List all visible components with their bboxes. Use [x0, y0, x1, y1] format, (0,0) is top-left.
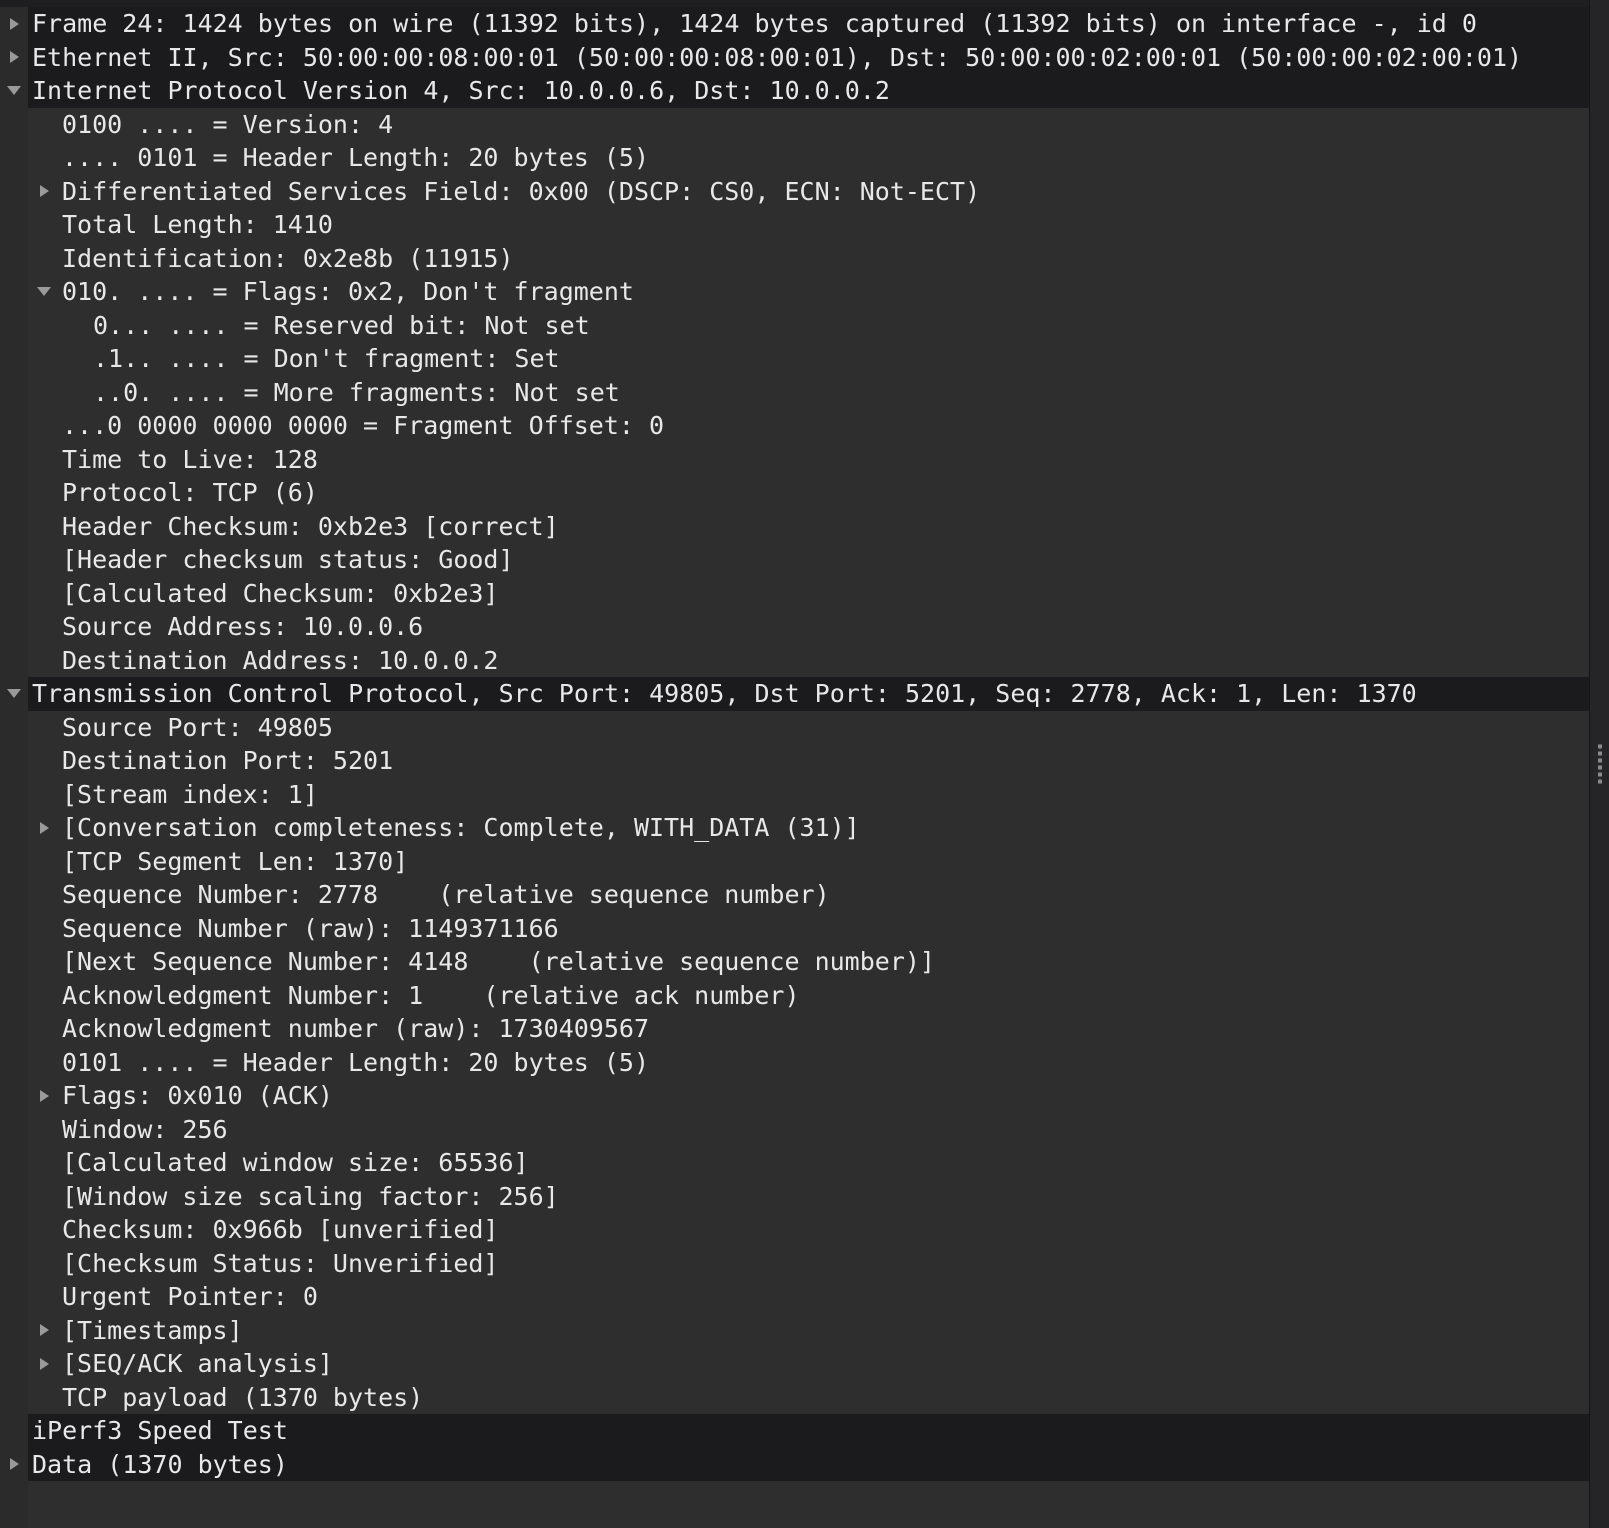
tree-item-label: [TCP Segment Len: 1370] — [62, 846, 409, 876]
tree-item-label: ...0 0000 0000 0000 = Fragment Offset: 0 — [62, 411, 665, 440]
tree-item-label: 010. .... = Flags: 0x2, Don't fragment — [62, 277, 634, 306]
tree-item-label: TCP payload (1370 bytes) — [62, 1382, 424, 1412]
tree-item-source-port[interactable]: Source Port: 49805 — [0, 711, 1589, 745]
tree-item-label: 0100 .... = Version: 4 — [62, 109, 394, 139]
tree-item-label: Protocol: TCP (6) — [62, 478, 318, 507]
tree-item-label: .1.. .... = Don't fragment: Set — [93, 344, 560, 373]
tree-item-tcp-checksum[interactable]: Checksum: 0x966b [unverified] — [0, 1213, 1589, 1247]
tree-item-label: 0101 .... = Header Length: 20 bytes (5) — [62, 1047, 649, 1077]
tree-item-label: [Calculated Checksum: 0xb2e3] — [62, 578, 499, 608]
tree-item-label: Acknowledgment Number: 1 (relative ack n… — [62, 980, 800, 1010]
tree-item-calculated-window-size[interactable]: [Calculated window size: 65536] — [0, 1146, 1589, 1180]
tree-item-tcp[interactable]: Transmission Control Protocol, Src Port:… — [0, 677, 1589, 711]
tree-item-tcp-flags[interactable]: Flags: 0x010 (ACK) — [0, 1079, 1589, 1113]
tree-item-tcp-segment-len[interactable]: [TCP Segment Len: 1370] — [0, 845, 1589, 879]
tree-item-protocol[interactable]: Protocol: TCP (6) — [0, 476, 1589, 510]
tree-item-label: Data (1370 bytes) — [32, 1449, 288, 1479]
tree-item-destination-address[interactable]: Destination Address: 10.0.0.2 — [0, 644, 1589, 678]
tree-item-ttl[interactable]: Time to Live: 128 — [0, 443, 1589, 477]
tree-item-label: Frame 24: 1424 bytes on wire (11392 bits… — [32, 9, 1477, 38]
tree-item-ip-flags[interactable]: 010. .... = Flags: 0x2, Don't fragment — [0, 275, 1589, 309]
tree-item-source-address[interactable]: Source Address: 10.0.0.6 — [0, 610, 1589, 644]
tree-item-ethernet[interactable]: Ethernet II, Src: 50:00:00:08:00:01 (50:… — [0, 40, 1589, 74]
tree-item-destination-port[interactable]: Destination Port: 5201 — [0, 744, 1589, 778]
tree-item-window-scaling-factor[interactable]: [Window size scaling factor: 256] — [0, 1180, 1589, 1214]
protocol-tree[interactable]: Frame 24: 1424 bytes on wire (11392 bits… — [0, 7, 1589, 1528]
tree-item-ipv4[interactable]: Internet Protocol Version 4, Src: 10.0.0… — [0, 74, 1589, 108]
tree-item-iperf3-speed-test[interactable]: iPerf3 Speed Test — [0, 1414, 1589, 1448]
tree-item-frame[interactable]: Frame 24: 1424 bytes on wire (11392 bits… — [0, 7, 1589, 41]
tree-item-window[interactable]: Window: 256 — [0, 1113, 1589, 1147]
tree-item-seq-ack-analysis[interactable]: [SEQ/ACK analysis] — [0, 1347, 1589, 1381]
tree-item-label: [Window size scaling factor: 256] — [62, 1181, 559, 1211]
tree-item-stream-index[interactable]: [Stream index: 1] — [0, 778, 1589, 812]
tree-item-tcp-header-length[interactable]: 0101 .... = Header Length: 20 bytes (5) — [0, 1046, 1589, 1080]
tree-item-label: [Header checksum status: Good] — [62, 545, 514, 574]
tree-item-label: Urgent Pointer: 0 — [62, 1282, 318, 1311]
tree-item-sequence-number[interactable]: Sequence Number: 2778 (relative sequence… — [0, 878, 1589, 912]
tree-item-label: Source Address: 10.0.0.6 — [62, 612, 424, 641]
tree-item-urgent-pointer[interactable]: Urgent Pointer: 0 — [0, 1280, 1589, 1314]
tree-item-label: Destination Address: 10.0.0.2 — [62, 645, 499, 675]
tree-item-label: ..0. .... = More fragments: Not set — [93, 377, 620, 407]
tree-item-label: Differentiated Services Field: 0x00 (DSC… — [62, 176, 981, 206]
tree-item-label: Header Checksum: 0xb2e3 [correct] — [62, 511, 559, 541]
tree-item-label: Window: 256 — [62, 1114, 228, 1144]
tree-item-identification[interactable]: Identification: 0x2e8b (11915) — [0, 242, 1589, 276]
tree-item-tcp-payload[interactable]: TCP payload (1370 bytes) — [0, 1381, 1589, 1415]
tree-item-label: iPerf3 Speed Test — [32, 1416, 288, 1445]
tree-item-reserved-bit[interactable]: 0... .... = Reserved bit: Not set — [0, 309, 1589, 343]
tree-item-next-sequence-number[interactable]: [Next Sequence Number: 4148 (relative se… — [0, 945, 1589, 979]
tree-item-more-fragments[interactable]: ..0. .... = More fragments: Not set — [0, 376, 1589, 410]
pane-splitter[interactable] — [1589, 0, 1609, 1528]
tree-item-ip-version[interactable]: 0100 .... = Version: 4 — [0, 108, 1589, 142]
tree-item-label: Source Port: 49805 — [62, 712, 333, 742]
tree-item-ip-header-length[interactable]: .... 0101 = Header Length: 20 bytes (5) — [0, 141, 1589, 175]
tree-item-fragment-offset[interactable]: ...0 0000 0000 0000 = Fragment Offset: 0 — [0, 409, 1589, 443]
tree-item-label: Flags: 0x010 (ACK) — [62, 1081, 333, 1110]
tree-item-header-checksum[interactable]: Header Checksum: 0xb2e3 [correct] — [0, 510, 1589, 544]
tree-item-label: Sequence Number (raw): 1149371166 — [62, 913, 559, 943]
tree-item-label: .... 0101 = Header Length: 20 bytes (5) — [62, 143, 649, 172]
tree-item-label: Identification: 0x2e8b (11915) — [62, 243, 514, 273]
packet-details-pane: Frame 24: 1424 bytes on wire (11392 bits… — [0, 0, 1609, 1528]
tree-item-label: Transmission Control Protocol, Src Port:… — [32, 679, 1417, 708]
tree-item-data[interactable]: Data (1370 bytes) — [0, 1447, 1589, 1481]
tree-item-label: [Calculated window size: 65536] — [62, 1148, 529, 1177]
tree-item-label: Internet Protocol Version 4, Src: 10.0.0… — [32, 76, 890, 105]
tree-item-label: [Timestamps] — [62, 1315, 243, 1345]
tree-item-dsfield[interactable]: Differentiated Services Field: 0x00 (DSC… — [0, 175, 1589, 209]
tree-item-label: [SEQ/ACK analysis] — [62, 1349, 333, 1378]
tree-item-label: [Next Sequence Number: 4148 (relative se… — [62, 947, 935, 976]
tree-item-acknowledgment-number[interactable]: Acknowledgment Number: 1 (relative ack n… — [0, 979, 1589, 1013]
tree-item-label: Ethernet II, Src: 50:00:00:08:00:01 (50:… — [32, 42, 1523, 72]
tree-item-timestamps[interactable]: [Timestamps] — [0, 1314, 1589, 1348]
tree-item-label: Checksum: 0x966b [unverified] — [62, 1215, 499, 1244]
tree-item-label: [Checksum Status: Unverified] — [62, 1248, 499, 1278]
tree-item-label: [Stream index: 1] — [62, 779, 318, 809]
splitter-grip-icon — [1597, 744, 1602, 784]
tree-item-label: 0... .... = Reserved bit: Not set — [93, 310, 590, 340]
tree-item-calculated-checksum[interactable]: [Calculated Checksum: 0xb2e3] — [0, 577, 1589, 611]
tree-item-acknowledgment-number-raw[interactable]: Acknowledgment number (raw): 1730409567 — [0, 1012, 1589, 1046]
tree-item-label: Destination Port: 5201 — [62, 746, 394, 775]
tree-item-label: Total Length: 1410 — [62, 210, 333, 239]
tree-item-label: [Conversation completeness: Complete, WI… — [62, 813, 860, 842]
tree-item-total-length[interactable]: Total Length: 1410 — [0, 208, 1589, 242]
tree-item-conversation-completeness[interactable]: [Conversation completeness: Complete, WI… — [0, 811, 1589, 845]
tree-item-header-checksum-status[interactable]: [Header checksum status: Good] — [0, 543, 1589, 577]
tree-item-label: Acknowledgment number (raw): 1730409567 — [62, 1014, 649, 1043]
tree-item-sequence-number-raw[interactable]: Sequence Number (raw): 1149371166 — [0, 912, 1589, 946]
tree-item-label: Time to Live: 128 — [62, 444, 318, 474]
tree-item-dont-fragment[interactable]: .1.. .... = Don't fragment: Set — [0, 342, 1589, 376]
pane-top-border — [0, 0, 1609, 7]
tree-item-tcp-checksum-status[interactable]: [Checksum Status: Unverified] — [0, 1247, 1589, 1281]
tree-item-label: Sequence Number: 2778 (relative sequence… — [62, 880, 830, 909]
